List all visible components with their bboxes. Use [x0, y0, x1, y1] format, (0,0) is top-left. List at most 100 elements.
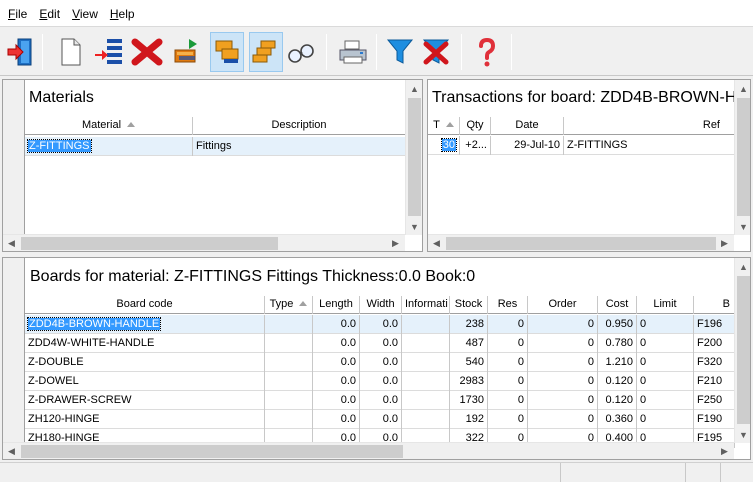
- stock-cell: 540: [450, 353, 488, 372]
- col-ref[interactable]: Ref: [564, 117, 735, 135]
- materials-vscroll[interactable]: ▲ ▼: [405, 80, 422, 235]
- new-button[interactable]: [54, 32, 88, 72]
- clear-filter-button[interactable]: [419, 32, 453, 72]
- menu-bar: File Edit View Help: [0, 0, 753, 27]
- print-button[interactable]: [336, 32, 370, 72]
- scroll-up-icon[interactable]: ▲: [735, 80, 750, 97]
- col-description[interactable]: Description: [193, 117, 406, 135]
- width-cell: 0.0: [360, 410, 402, 429]
- b-cell: F200: [694, 334, 735, 353]
- transactions-vscroll[interactable]: ▲ ▼: [734, 80, 750, 235]
- exit-button[interactable]: [4, 32, 38, 72]
- col-type[interactable]: Type: [265, 296, 313, 314]
- find-glasses-icon: [288, 44, 314, 63]
- cost-cell: 0.120: [598, 372, 637, 391]
- scroll-right-icon[interactable]: ▶: [716, 443, 733, 459]
- col-res[interactable]: Res: [488, 296, 528, 314]
- width-cell: 0.0: [360, 353, 402, 372]
- length-cell: 0.0: [313, 391, 360, 410]
- table-row[interactable]: 30 +2... 29-Jul-10 Z-FITTINGS: [428, 136, 735, 155]
- res-cell: 0: [488, 372, 528, 391]
- transfer-button[interactable]: [170, 32, 204, 72]
- boards-vscroll[interactable]: ▲ ▼: [734, 258, 750, 443]
- stack-view-button[interactable]: [210, 32, 244, 72]
- delete-button[interactable]: [130, 32, 164, 72]
- scroll-down-icon[interactable]: ▼: [406, 218, 422, 235]
- cost-cell: 1.210: [598, 353, 637, 372]
- col-width[interactable]: Width: [360, 296, 402, 314]
- width-cell: 0.0: [360, 315, 402, 334]
- order-cell: 0: [528, 372, 598, 391]
- col-stock[interactable]: Stock: [450, 296, 488, 314]
- col-limit[interactable]: Limit: [637, 296, 694, 314]
- col-order[interactable]: Order: [528, 296, 598, 314]
- col-b[interactable]: B: [694, 296, 735, 314]
- col-length[interactable]: Length: [313, 296, 360, 314]
- col-information[interactable]: Informati: [402, 296, 450, 314]
- col-cost[interactable]: Cost: [598, 296, 637, 314]
- transactions-header: T Qty Date Ref: [428, 117, 735, 135]
- help-button[interactable]: [470, 32, 504, 72]
- scroll-down-icon[interactable]: ▼: [735, 426, 750, 443]
- status-bar: [0, 462, 753, 482]
- b-cell: F210: [694, 372, 735, 391]
- scroll-right-icon[interactable]: ▶: [716, 235, 733, 251]
- table-row[interactable]: Z-DRAWER-SCREW 0.0 0.0 1730 0 0 0.120 0 F250: [25, 391, 735, 410]
- transactions-hscroll[interactable]: ◀ ▶: [428, 234, 734, 251]
- table-row[interactable]: ZDD4W-WHITE-HANDLE 0.0 0.0 487 0 0 0.780 0 F200: [25, 334, 735, 353]
- menu-edit[interactable]: Edit: [33, 3, 66, 23]
- t-cell[interactable]: 30: [440, 138, 458, 152]
- scroll-up-icon[interactable]: ▲: [406, 80, 422, 97]
- scroll-down-icon[interactable]: ▼: [735, 218, 750, 235]
- toolbar: [0, 28, 753, 76]
- scroll-up-icon[interactable]: ▲: [735, 258, 750, 275]
- size-grip[interactable]: [721, 463, 751, 482]
- date-cell: 29-Jul-10: [491, 136, 564, 155]
- table-row[interactable]: ZDD4B-BROWN-HANDLE 0.0 0.0 238 0 0 0.950 0 F196: [25, 315, 735, 334]
- cost-cell: 0.360: [598, 410, 637, 429]
- col-board-code[interactable]: Board code: [25, 296, 265, 314]
- insert-button[interactable]: [92, 32, 126, 72]
- board-code-cell[interactable]: ZDD4B-BROWN-HANDLE: [26, 317, 162, 331]
- transactions-panel: Transactions for board: ZDD4B-BROWN-HAND…: [427, 79, 751, 252]
- res-cell: 0: [488, 410, 528, 429]
- menu-file[interactable]: File: [2, 3, 33, 23]
- filter-button[interactable]: [383, 32, 417, 72]
- table-row[interactable]: Z-DOWEL 0.0 0.0 2983 0 0 0.120 0 F210: [25, 372, 735, 391]
- order-cell: 0: [528, 315, 598, 334]
- info-cell: [402, 353, 450, 372]
- stock-cell: 238: [450, 315, 488, 334]
- stock-cell: 1730: [450, 391, 488, 410]
- col-t[interactable]: T: [428, 117, 460, 135]
- col-date[interactable]: Date: [491, 117, 564, 135]
- stack-view-2-button[interactable]: [249, 32, 283, 72]
- scroll-left-icon[interactable]: ◀: [428, 235, 445, 251]
- material-cell[interactable]: Z-FITTINGS: [27, 139, 92, 153]
- scroll-left-icon[interactable]: ◀: [3, 443, 20, 459]
- cost-cell: 0.780: [598, 334, 637, 353]
- code-cell: Z-DOUBLE: [25, 353, 265, 372]
- menu-help[interactable]: Help: [104, 3, 141, 23]
- boards-hscroll[interactable]: ◀ ▶: [3, 442, 734, 459]
- qty-cell: +2...: [460, 136, 491, 155]
- info-cell: [402, 410, 450, 429]
- scroll-right-icon[interactable]: ▶: [387, 235, 404, 251]
- col-qty[interactable]: Qty: [460, 117, 491, 135]
- type-cell: [265, 372, 313, 391]
- table-row[interactable]: ZH120-HINGE 0.0 0.0 192 0 0 0.360 0 F190: [25, 410, 735, 429]
- find-button[interactable]: [284, 32, 318, 72]
- scroll-left-icon[interactable]: ◀: [3, 235, 20, 251]
- materials-header: Material Description: [25, 117, 406, 135]
- menu-view[interactable]: View: [66, 3, 104, 23]
- col-material[interactable]: Material: [25, 117, 193, 135]
- b-cell: F190: [694, 410, 735, 429]
- table-row[interactable]: Z-FITTINGS Fittings: [25, 137, 406, 156]
- length-cell: 0.0: [313, 334, 360, 353]
- cost-cell: 0.120: [598, 391, 637, 410]
- order-cell: 0: [528, 353, 598, 372]
- table-row[interactable]: Z-DOUBLE 0.0 0.0 540 0 0 1.210 0 F320: [25, 353, 735, 372]
- status-cell: [0, 463, 561, 482]
- materials-hscroll[interactable]: ◀ ▶: [3, 234, 405, 251]
- width-cell: 0.0: [360, 334, 402, 353]
- print-icon: [339, 40, 367, 64]
